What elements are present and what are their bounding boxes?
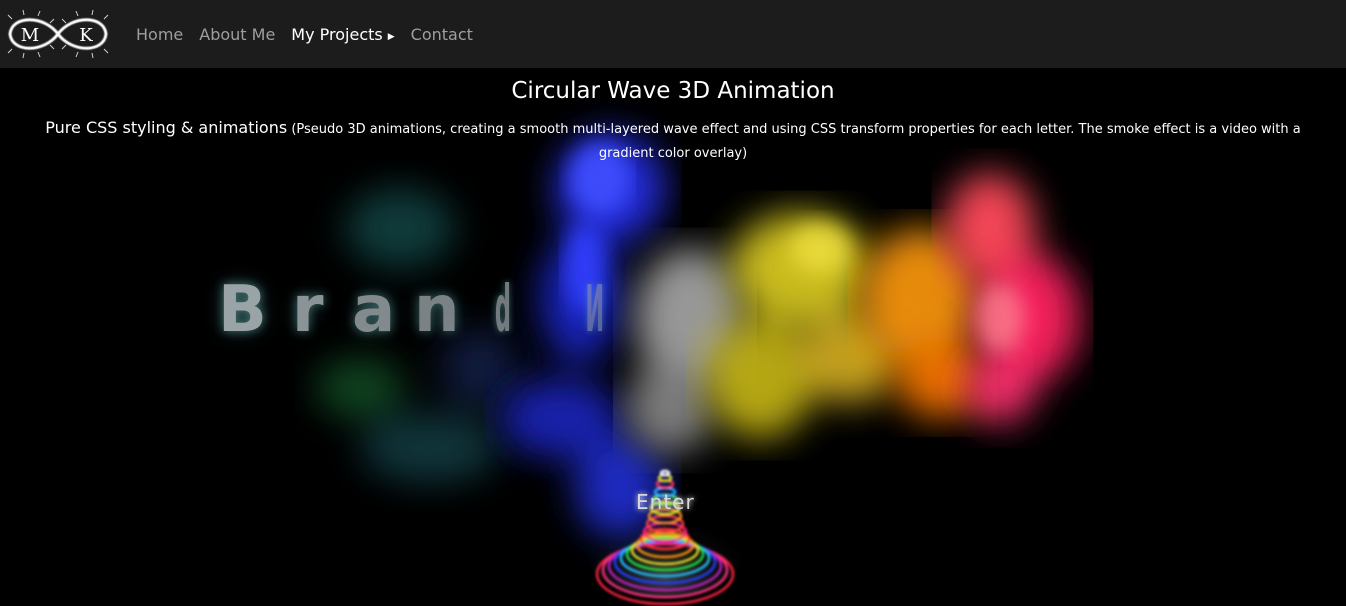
brand-letter: n [414, 273, 460, 347]
brand-letter: N [585, 273, 605, 347]
subtitle-detail: (Pseudo 3D animations, creating a smooth… [287, 122, 1301, 161]
page-title: Circular Wave 3D Animation [511, 78, 835, 104]
brand-letter: r [292, 273, 324, 347]
animation-stage: Circular Wave 3D Animation Pure CSS styl… [0, 68, 1346, 606]
brand-name-wave-text: B r a n d N [218, 273, 698, 353]
logo-icon[interactable]: M K [4, 7, 112, 61]
nav-link-my-projects-label: My Projects [291, 24, 383, 44]
nav-link-home[interactable]: Home [136, 25, 183, 44]
brand-letter: a [352, 273, 396, 347]
nav-link-my-projects[interactable]: My Projects ▶ [291, 25, 394, 44]
enter-button[interactable]: Enter [636, 490, 695, 514]
brand-letter: B [218, 273, 267, 347]
top-navbar: M K Home About Me My Projects ▶ Contact [0, 0, 1346, 68]
nav-menu: Home About Me My Projects ▶ Contact [136, 0, 489, 68]
page-subtitle: Pure CSS styling & animations (Pseudo 3D… [20, 116, 1326, 166]
brand-letter: d [494, 273, 511, 347]
nav-link-contact[interactable]: Contact [411, 25, 473, 44]
nav-link-about-me[interactable]: About Me [199, 25, 275, 44]
caret-right-icon: ▶ [387, 31, 395, 42]
svg-text:K: K [79, 25, 93, 46]
subtitle-lead: Pure CSS styling & animations [45, 118, 288, 137]
circular-wave-cone[interactable] [585, 438, 745, 606]
svg-text:M: M [21, 25, 39, 46]
